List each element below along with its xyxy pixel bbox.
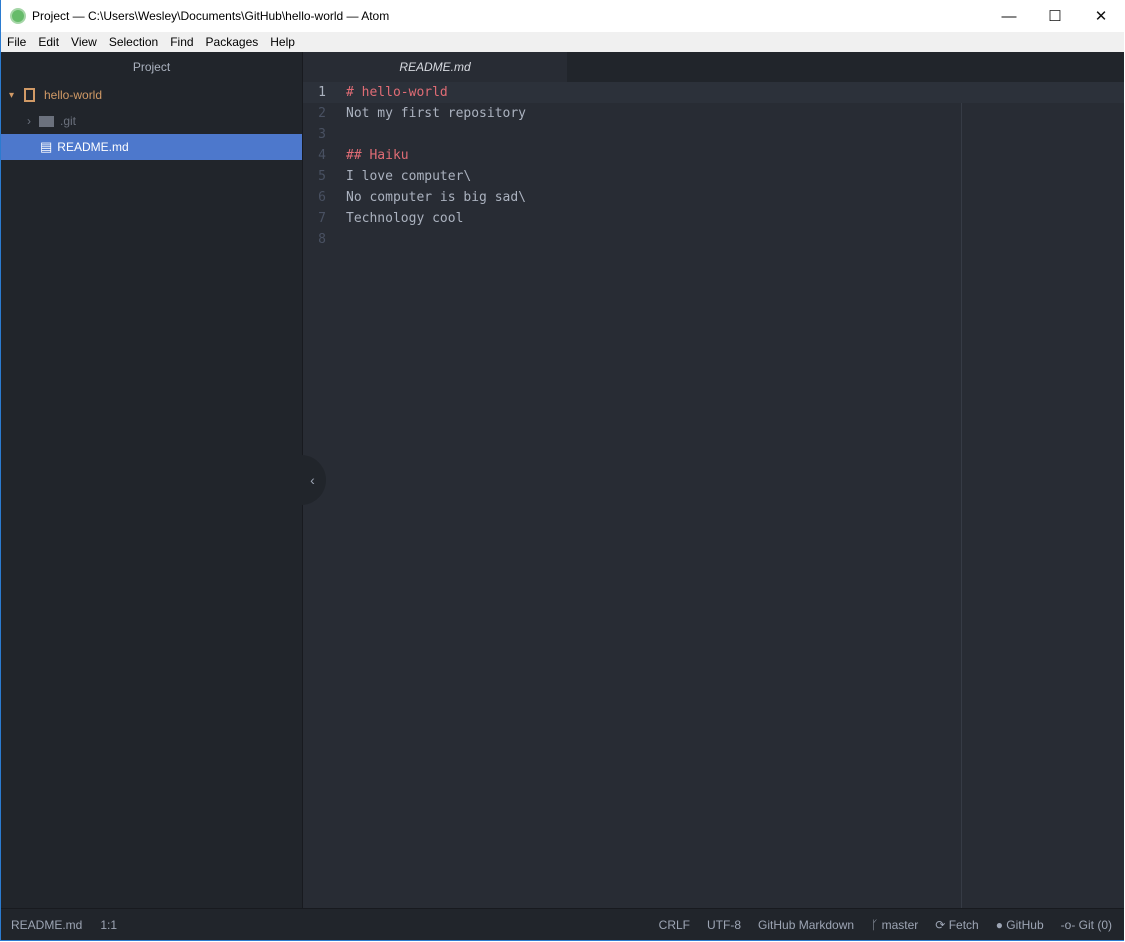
editor-line[interactable]: 5 I love computer\ <box>303 166 1124 187</box>
branch-label: master <box>881 917 919 932</box>
tree-item-readme[interactable]: ▤ README.md <box>1 134 302 160</box>
text-editor[interactable]: 1 # hello-world 2 Not my first repository 3 4… <box>303 82 1124 250</box>
tab-readme[interactable]: README.md <box>303 52 567 82</box>
menu-bar: File Edit View Selection Find Packages H… <box>1 32 1124 52</box>
github-label: GitHub <box>1006 917 1044 932</box>
line-number: 6 <box>318 190 326 205</box>
editor-line[interactable]: 6 No computer is big sad\ <box>303 187 1124 208</box>
github-icon: ● <box>995 917 1007 932</box>
tree-item-git[interactable]: › .git <box>1 108 302 134</box>
menu-edit[interactable]: Edit <box>32 35 65 49</box>
tab-bar: README.md <box>303 52 1124 82</box>
status-line-ending[interactable]: CRLF <box>659 918 690 932</box>
title-bar: Project — C:\Users\Wesley\Documents\GitH… <box>1 0 1124 32</box>
git-commit-icon: -o- <box>1060 917 1079 932</box>
editor-line[interactable]: 1 # hello-world <box>303 82 1124 103</box>
status-encoding[interactable]: UTF-8 <box>707 918 741 932</box>
status-grammar[interactable]: GitHub Markdown <box>758 918 854 932</box>
menu-file[interactable]: File <box>1 35 32 49</box>
fetch-label: Fetch <box>948 917 979 932</box>
atom-window: Project — C:\Users\Wesley\Documents\GitH… <box>0 0 1124 941</box>
line-text: # hello-world <box>346 85 448 100</box>
close-button[interactable]: ✕ <box>1078 0 1124 32</box>
status-cursor[interactable]: 1:1 <box>100 918 117 932</box>
line-text: Technology cool <box>346 211 464 226</box>
status-github[interactable]: ● GitHub <box>996 918 1044 932</box>
line-text: Not my first repository <box>346 106 527 121</box>
chevron-left-icon: ‹ <box>310 472 315 488</box>
line-text: I love computer\ <box>346 169 472 184</box>
editor-pane: README.md 1 # hello-world 2 Not my first re… <box>303 52 1124 908</box>
line-text: ## Haiku <box>346 148 409 163</box>
tree-root-hello-world[interactable]: ▾ hello-world <box>1 82 302 108</box>
chevron-down-icon: ▾ <box>9 89 15 101</box>
line-number: 7 <box>318 211 326 226</box>
menu-help[interactable]: Help <box>264 35 301 49</box>
repo-icon <box>24 88 35 102</box>
menu-packages[interactable]: Packages <box>200 35 265 49</box>
status-git[interactable]: -o- Git (0) <box>1061 918 1112 932</box>
atom-logo-icon <box>10 8 26 24</box>
editor-line[interactable]: 4 ## Haiku <box>303 145 1124 166</box>
status-branch[interactable]: ᚴ master <box>871 918 918 932</box>
folder-icon <box>39 115 54 127</box>
sync-icon: ⟳ <box>935 917 949 932</box>
editor-line[interactable]: 8 <box>303 229 1124 250</box>
menu-selection[interactable]: Selection <box>103 35 164 49</box>
editor-line[interactable]: 2 Not my first repository <box>303 103 1124 124</box>
git-branch-icon: ᚴ <box>871 917 882 932</box>
tree-item-label: .git <box>60 114 77 128</box>
maximize-button[interactable]: ☐ <box>1032 0 1078 32</box>
status-bar: README.md 1:1 CRLF UTF-8 GitHub Markdown… <box>1 908 1124 940</box>
editor-line[interactable]: 3 <box>303 124 1124 145</box>
minimize-button[interactable]: — <box>986 0 1032 32</box>
line-text: No computer is big sad\ <box>346 190 527 205</box>
tree-view-title[interactable]: Project <box>1 52 302 82</box>
tree-view: Project ▾ hello-world › .git ▤ README.md <box>1 52 303 908</box>
window-title: Project — C:\Users\Wesley\Documents\GitH… <box>32 9 390 23</box>
line-number: 5 <box>318 169 326 184</box>
menu-view[interactable]: View <box>65 35 103 49</box>
book-icon: ▤ <box>40 139 53 154</box>
chevron-right-icon: › <box>27 114 31 128</box>
line-number: 2 <box>318 106 326 121</box>
line-number: 8 <box>318 232 326 247</box>
editor-line[interactable]: 7 Technology cool <box>303 208 1124 229</box>
root-label: hello-world <box>44 88 103 102</box>
tree-item-label: README.md <box>57 140 129 154</box>
line-number: 4 <box>318 148 326 163</box>
status-file[interactable]: README.md <box>11 918 82 932</box>
git-label: Git (0) <box>1078 917 1112 932</box>
menu-find[interactable]: Find <box>164 35 199 49</box>
line-number: 3 <box>318 127 326 142</box>
status-fetch[interactable]: ⟳ Fetch <box>935 918 978 932</box>
line-number: 1 <box>318 85 326 100</box>
